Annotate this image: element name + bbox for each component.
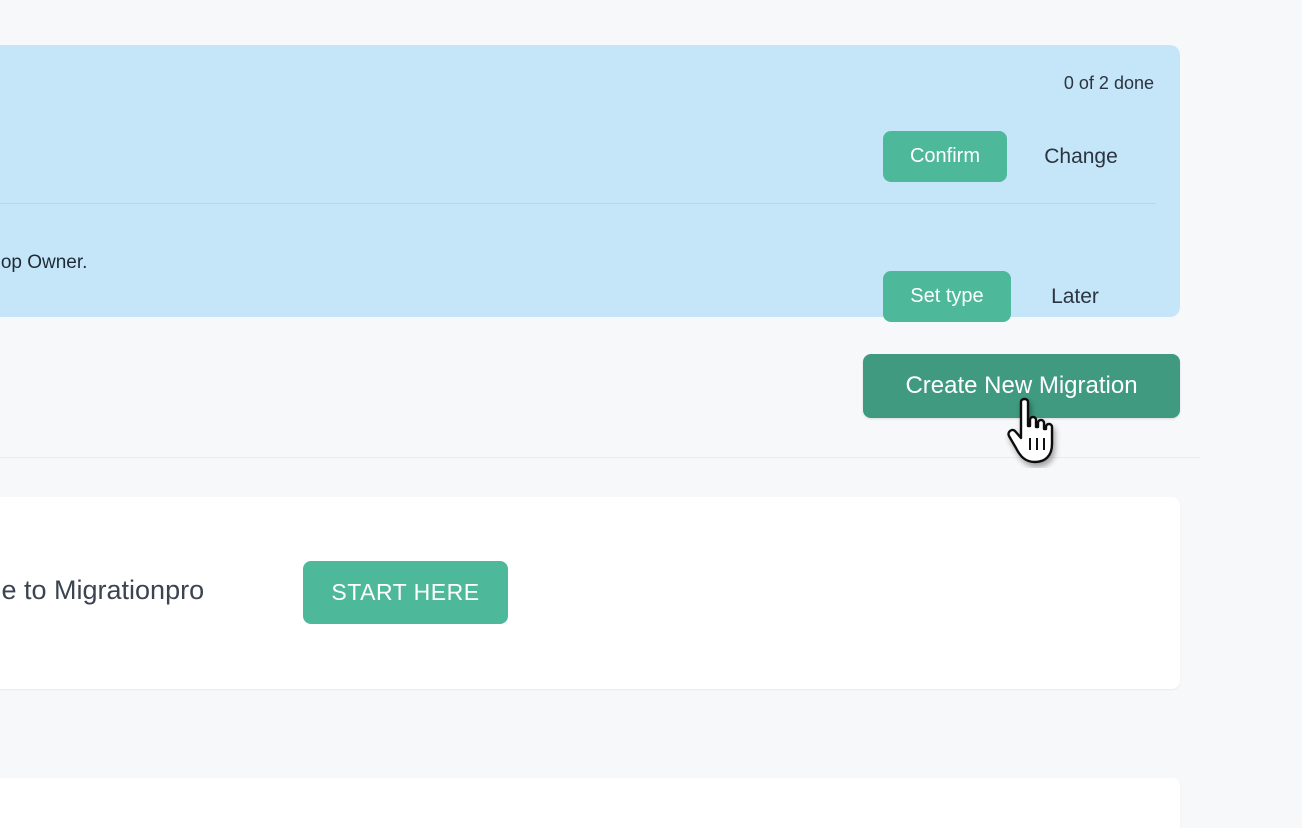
set-type-button[interactable]: Set type bbox=[883, 271, 1011, 322]
welcome-card: me to Migrationpro START HERE bbox=[0, 497, 1180, 689]
checklist-task-set-type: ency or Shop Owner. Set type Later bbox=[0, 203, 1156, 322]
change-button[interactable]: Change bbox=[1036, 143, 1126, 171]
confirm-button[interactable]: Confirm bbox=[883, 131, 1007, 182]
later-button[interactable]: Later bbox=[1040, 283, 1110, 311]
content-card bbox=[0, 778, 1180, 828]
onboarding-checklist: 0 of 2 done Confirm Change ency or Shop … bbox=[0, 45, 1180, 322]
checklist-progress: 0 of 2 done bbox=[1063, 73, 1154, 93]
welcome-message: me to Migrationpro bbox=[0, 575, 205, 605]
create-new-migration-button[interactable]: Create New Migration bbox=[863, 354, 1180, 418]
task-description: ency or Shop Owner. bbox=[0, 252, 88, 273]
checklist-task-confirm: Confirm Change bbox=[0, 131, 1156, 203]
migrations-page: 0 of 2 done Confirm Change ency or Shop … bbox=[0, 0, 1302, 828]
start-here-button[interactable]: START HERE bbox=[303, 561, 508, 624]
section-divider bbox=[0, 457, 1200, 458]
